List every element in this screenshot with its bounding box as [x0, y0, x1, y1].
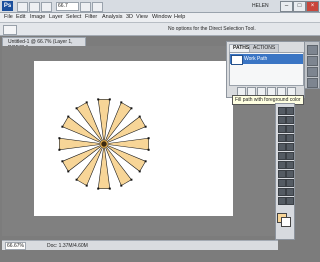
star-path-shape[interactable]	[34, 61, 233, 216]
title-bar: Ps 66.7 HELEN – □ ×	[0, 0, 320, 13]
anchor-point[interactable]	[144, 160, 147, 163]
3d-rotate-tool-icon[interactable]	[278, 188, 286, 196]
anchor-point[interactable]	[108, 98, 111, 101]
anchor-point[interactable]	[67, 115, 70, 118]
anchor-point[interactable]	[97, 187, 100, 190]
anchor-point[interactable]	[85, 101, 88, 104]
menu-3d[interactable]: 3D	[126, 14, 133, 20]
menu-analysis[interactable]: Analysis	[102, 14, 122, 20]
anchor-point[interactable]	[108, 187, 111, 190]
minimize-button[interactable]: –	[280, 1, 293, 12]
brushes-icon[interactable]	[307, 56, 318, 66]
menu-file[interactable]: File	[4, 14, 13, 20]
path-selection-tool-icon[interactable]	[278, 179, 286, 187]
anchor-point[interactable]	[85, 184, 88, 187]
anchor-point[interactable]	[61, 125, 64, 128]
menu-filter[interactable]: Filter	[85, 14, 97, 20]
anchor-point[interactable]	[61, 160, 64, 163]
anchor-point[interactable]	[67, 170, 70, 173]
menu-window[interactable]: Window	[152, 14, 172, 20]
menu-image[interactable]: Image	[30, 14, 45, 20]
anchor-point[interactable]	[130, 107, 133, 110]
anchor-point[interactable]	[75, 178, 78, 181]
shape-tool-icon[interactable]	[286, 179, 294, 187]
healing-tool-icon[interactable]	[278, 134, 286, 142]
menu-bar: File Edit Image Layer Select Filter Anal…	[0, 13, 320, 23]
crop-tool-icon[interactable]	[278, 125, 286, 133]
document-info[interactable]: Doc: 1.37M/4.60M	[47, 243, 88, 249]
canvas[interactable]	[34, 61, 233, 216]
anchor-point[interactable]	[120, 101, 123, 104]
options-message: No options for the Direct Selection Tool…	[168, 26, 256, 32]
anchor-point[interactable]	[75, 107, 78, 110]
path-name: Work Path	[244, 56, 268, 62]
paths-panel-footer	[229, 86, 302, 96]
anchor-point[interactable]	[147, 148, 150, 151]
quick-select-tool-icon[interactable]	[286, 116, 294, 124]
direct-selection-tool-icon[interactable]	[3, 25, 17, 35]
move-tool-icon[interactable]	[278, 107, 286, 115]
menu-view[interactable]: View	[136, 14, 148, 20]
marquee-tool-icon[interactable]	[286, 107, 294, 115]
history-icon[interactable]	[307, 45, 318, 55]
tab-actions[interactable]: ACTIONS	[249, 44, 280, 52]
mini-bridge-icon[interactable]	[29, 2, 40, 12]
zoom-tool-icon[interactable]	[286, 197, 294, 205]
path-thumbnail	[231, 55, 243, 65]
arrange-documents-icon[interactable]	[80, 2, 91, 12]
photoshop-logo: Ps	[2, 1, 13, 11]
menu-edit[interactable]: Edit	[16, 14, 25, 20]
maximize-button[interactable]: □	[293, 1, 306, 12]
menu-select[interactable]: Select	[66, 14, 81, 20]
anchor-point[interactable]	[58, 148, 61, 151]
dodge-tool-icon[interactable]	[286, 161, 294, 169]
star-center	[100, 140, 108, 148]
status-bar: 66.67% Doc: 1.37M/4.60M	[2, 240, 278, 250]
gradient-tool-icon[interactable]	[286, 152, 294, 160]
bridge-icon[interactable]	[17, 2, 28, 12]
anchor-point[interactable]	[58, 137, 61, 140]
anchor-point[interactable]	[138, 115, 141, 118]
background-color-swatch[interactable]	[281, 217, 291, 227]
brush-tool-icon[interactable]	[286, 134, 294, 142]
close-button[interactable]: ×	[306, 1, 319, 12]
eyedropper-tool-icon[interactable]	[286, 125, 294, 133]
options-bar: No options for the Direct Selection Tool…	[0, 23, 320, 36]
paths-panel: PATHS ACTIONS Work Path	[226, 41, 305, 98]
3d-orbit-tool-icon[interactable]	[286, 188, 294, 196]
zoom-readout[interactable]: 66.67%	[5, 242, 26, 250]
anchor-point[interactable]	[144, 125, 147, 128]
type-tool-icon[interactable]	[286, 170, 294, 178]
panel-dock	[304, 41, 320, 89]
anchor-point[interactable]	[120, 184, 123, 187]
anchor-point[interactable]	[130, 178, 133, 181]
lasso-tool-icon[interactable]	[278, 116, 286, 124]
channels-icon[interactable]	[307, 78, 318, 88]
workspace-switcher[interactable]: HELEN	[252, 3, 269, 9]
blur-tool-icon[interactable]	[278, 161, 286, 169]
anchor-point[interactable]	[138, 170, 141, 173]
anchor-point[interactable]	[147, 137, 150, 140]
eraser-tool-icon[interactable]	[278, 152, 286, 160]
history-brush-tool-icon[interactable]	[286, 143, 294, 151]
path-list: Work Path	[229, 52, 304, 86]
layers-icon[interactable]	[307, 67, 318, 77]
menu-layer[interactable]: Layer	[49, 14, 63, 20]
hand-tool-icon[interactable]	[41, 2, 52, 12]
path-row-work-path[interactable]: Work Path	[230, 54, 303, 65]
pen-tool-icon[interactable]	[278, 170, 286, 178]
menu-help[interactable]: Help	[174, 14, 185, 20]
clone-stamp-tool-icon[interactable]	[278, 143, 286, 151]
hand-tool-icon[interactable]	[278, 197, 286, 205]
anchor-point[interactable]	[97, 98, 100, 101]
zoom-level-select[interactable]: 66.7	[56, 2, 79, 11]
screen-mode-icon[interactable]	[92, 2, 103, 12]
